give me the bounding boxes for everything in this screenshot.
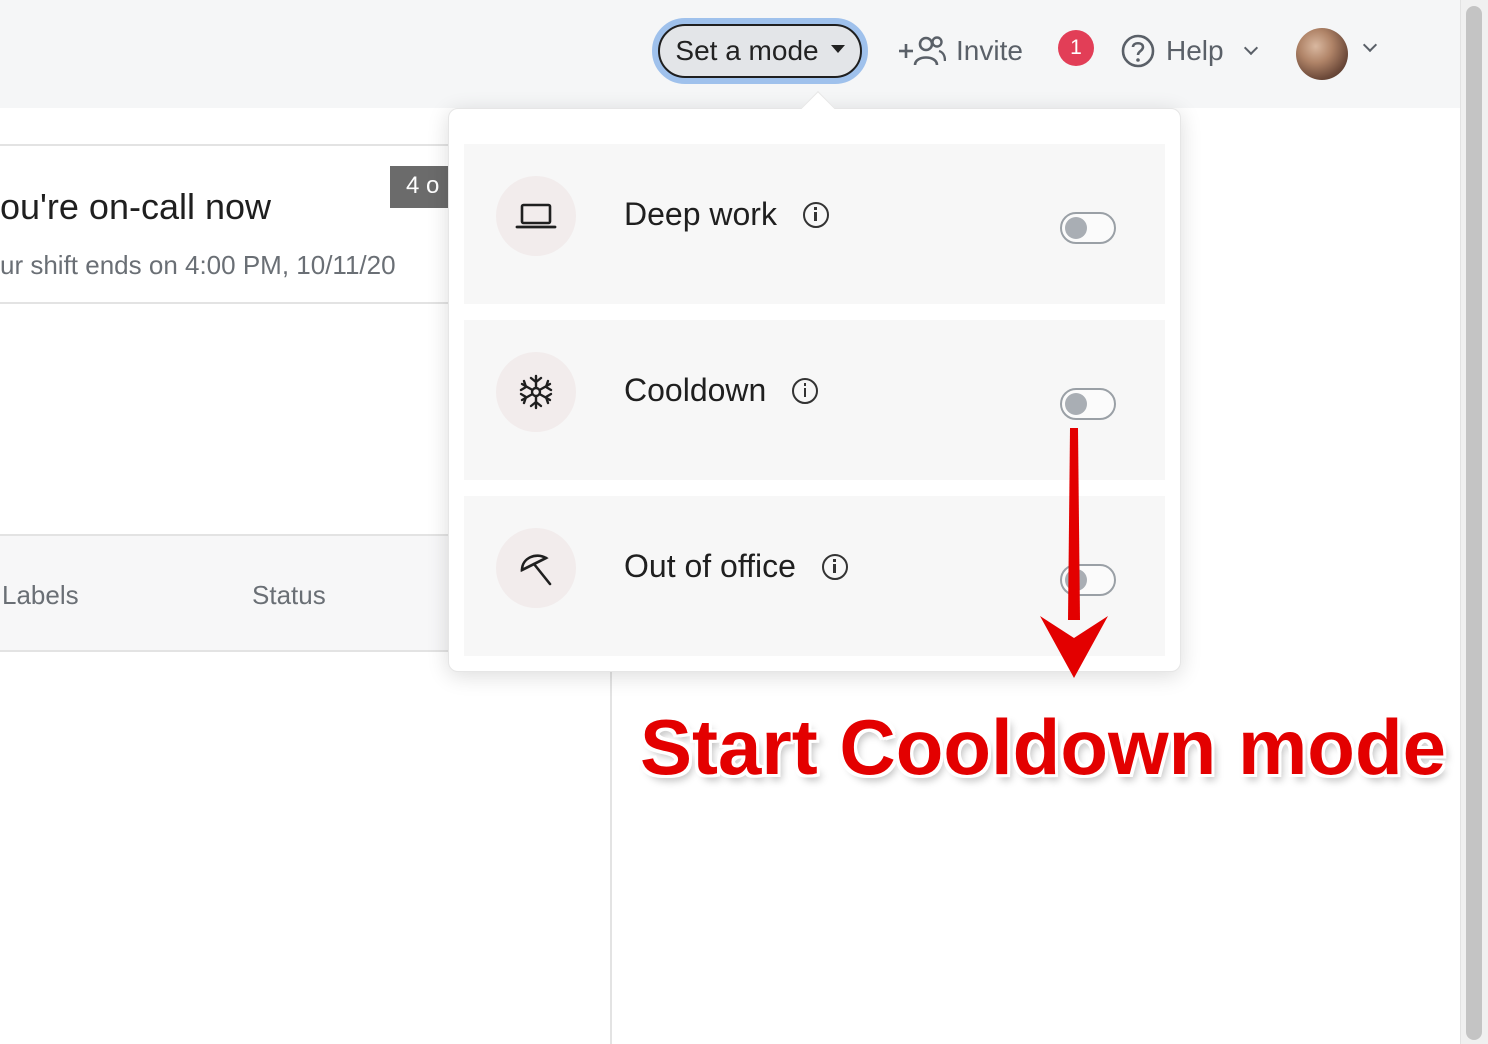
help-label: Help	[1166, 35, 1224, 66]
toggle-knob	[1065, 393, 1087, 415]
deep-work-text: Deep work	[624, 196, 777, 232]
set-mode-button[interactable]: Set a mode	[652, 18, 868, 84]
beach-umbrella-icon	[520, 554, 552, 586]
column-header-status[interactable]: Status	[252, 580, 326, 611]
chevron-down-icon	[1243, 40, 1258, 56]
add-person-icon	[899, 36, 946, 66]
user-avatar[interactable]	[1296, 28, 1348, 80]
out-of-office-text: Out of office	[624, 548, 796, 584]
snowflake-icon	[519, 374, 553, 410]
info-icon[interactable]	[821, 553, 848, 580]
oncall-title: ou're on-call now	[0, 186, 272, 227]
caret-down-icon	[830, 45, 845, 53]
cooldown-text: Cooldown	[624, 372, 767, 408]
cooldown-toggle[interactable]	[1060, 388, 1116, 420]
oncall-shift-text: ur shift ends on 4:00 PM, 10/11/20	[0, 250, 396, 280]
set-mode-button-body: Set a mode	[658, 24, 862, 78]
scrollbar-thumb[interactable]	[1466, 6, 1482, 1040]
invite-label: Invite	[956, 35, 1023, 66]
mode-icon-bg	[496, 528, 576, 608]
info-icon[interactable]	[802, 201, 829, 228]
deep-work-toggle[interactable]	[1060, 212, 1116, 244]
column-header-labels[interactable]: Labels	[2, 580, 79, 611]
mode-item-deep-work[interactable]: Deep work	[464, 144, 1165, 304]
annotation-text: Start Cooldown mode	[640, 703, 1446, 791]
mode-label-out-of-office: Out of office	[624, 548, 848, 585]
info-icon[interactable]	[792, 377, 819, 404]
help-menu[interactable]: Help	[1120, 26, 1258, 76]
set-mode-label: Set a mode	[675, 35, 819, 66]
notification-badge[interactable]: 1	[1058, 30, 1094, 66]
question-circle-icon	[1121, 34, 1155, 68]
count-chip: 4 o	[390, 166, 448, 208]
mode-icon-bg	[496, 352, 576, 432]
invite-link[interactable]: Invite	[896, 26, 1023, 76]
mode-label-deep-work: Deep work	[624, 196, 829, 233]
annotation-arrow	[1040, 428, 1108, 678]
toggle-knob	[1065, 217, 1087, 239]
mode-icon-bg	[496, 176, 576, 256]
laptop-icon	[515, 203, 557, 229]
mode-label-cooldown: Cooldown	[624, 372, 819, 409]
column-divider	[610, 652, 612, 1044]
